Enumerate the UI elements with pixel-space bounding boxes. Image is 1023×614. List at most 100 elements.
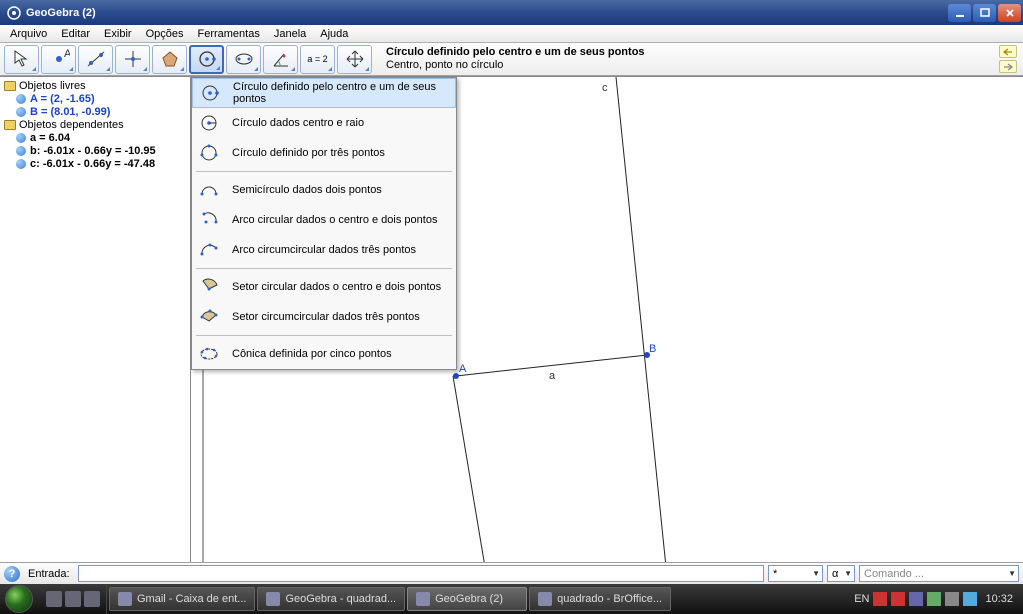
taskbar-gmail[interactable]: Gmail - Caixa de ent... bbox=[109, 587, 255, 611]
sector-center-icon bbox=[198, 277, 220, 297]
command-input[interactable] bbox=[78, 565, 764, 582]
tree-item-A[interactable]: A = (2, -1.65) bbox=[2, 92, 188, 105]
tool-move-view[interactable] bbox=[337, 45, 372, 74]
greek-combo[interactable]: α▼ bbox=[827, 565, 855, 582]
tool-perpendicular[interactable] bbox=[115, 45, 150, 74]
input-bar: ? Entrada: *▼ α▼ Comando ...▼ bbox=[0, 562, 1023, 584]
language-indicator[interactable]: EN bbox=[854, 593, 869, 605]
tree-free-objects[interactable]: Objetos livres bbox=[2, 79, 188, 92]
window-title: GeoGebra (2) bbox=[26, 7, 948, 19]
toolbar: A a = 2 Círculo definido pelo centro e u… bbox=[0, 43, 1023, 76]
tool-line[interactable] bbox=[78, 45, 113, 74]
svg-text:c: c bbox=[602, 82, 608, 94]
ie-icon bbox=[118, 592, 132, 606]
tool-ellipse[interactable] bbox=[226, 45, 261, 74]
folder-icon bbox=[4, 120, 16, 130]
menu-arquivo[interactable]: Arquivo bbox=[4, 27, 53, 41]
menu-separator bbox=[196, 171, 452, 172]
start-button[interactable] bbox=[0, 584, 38, 614]
tray-icon[interactable] bbox=[873, 592, 887, 606]
tree-dependent-objects[interactable]: Objetos dependentes bbox=[2, 118, 188, 131]
taskbar-geogebra1[interactable]: GeoGebra - quadrad... bbox=[257, 587, 405, 611]
window-titlebar: GeoGebra (2) bbox=[0, 0, 1023, 25]
arc-circum-icon bbox=[198, 240, 220, 260]
volume-icon[interactable] bbox=[963, 592, 977, 606]
object-icon bbox=[16, 94, 26, 104]
menu-conic-five[interactable]: Cônica definida por cinco pontos bbox=[192, 339, 456, 369]
tool-text[interactable]: a = 2 bbox=[300, 45, 335, 74]
tree-item-a[interactable]: a = 6.04 bbox=[2, 131, 188, 144]
menu-arc-center[interactable]: Arco circular dados o centro e dois pont… bbox=[192, 205, 456, 235]
object-icon bbox=[16, 133, 26, 143]
tree-item-c[interactable]: c: -6.01x - 0.66y = -47.48 bbox=[2, 157, 188, 170]
geogebra-icon bbox=[416, 592, 430, 606]
svg-text:A: A bbox=[64, 48, 70, 60]
minimize-button[interactable] bbox=[948, 4, 971, 22]
maximize-button[interactable] bbox=[973, 4, 996, 22]
menu-sector-center[interactable]: Setor circular dados o centro e dois pon… bbox=[192, 272, 456, 302]
svg-text:a: a bbox=[549, 370, 556, 382]
object-icon bbox=[16, 159, 26, 169]
app-icon bbox=[6, 5, 22, 21]
main-area: Objetos livres A = (2, -1.65) B = (8.01,… bbox=[0, 76, 1023, 562]
tool-desc-sub: Centro, ponto no círculo bbox=[386, 59, 995, 72]
tool-angle[interactable] bbox=[263, 45, 298, 74]
taskbar-broffice[interactable]: quadrado - BrOffice... bbox=[529, 587, 671, 611]
close-button[interactable] bbox=[998, 4, 1021, 22]
object-icon bbox=[16, 146, 26, 156]
circle-center-point-icon bbox=[199, 83, 221, 103]
menu-ferramentas[interactable]: Ferramentas bbox=[191, 27, 265, 41]
help-button[interactable]: ? bbox=[4, 566, 20, 582]
tray-icon[interactable] bbox=[909, 592, 923, 606]
svg-text:A: A bbox=[459, 363, 467, 375]
chevron-down-icon: ▼ bbox=[844, 569, 852, 578]
command-combo[interactable]: Comando ...▼ bbox=[859, 565, 1019, 582]
quick-launch-item[interactable] bbox=[65, 591, 81, 607]
tool-point[interactable]: A bbox=[41, 45, 76, 74]
menu-separator bbox=[196, 335, 452, 336]
semicircle-icon bbox=[198, 180, 220, 200]
tool-move[interactable] bbox=[4, 45, 39, 74]
tray-icon[interactable] bbox=[945, 592, 959, 606]
conic-icon bbox=[198, 344, 220, 364]
windows-orb-icon bbox=[5, 585, 33, 613]
redo-button[interactable] bbox=[999, 60, 1017, 73]
menu-sector-circum[interactable]: Setor circumcircular dados três pontos bbox=[192, 302, 456, 332]
circle-center-radius-icon bbox=[198, 113, 220, 133]
menu-arc-circum[interactable]: Arco circumcircular dados três pontos bbox=[192, 235, 456, 265]
tool-polygon[interactable] bbox=[152, 45, 187, 74]
quick-launch-item[interactable] bbox=[46, 591, 62, 607]
tool-desc-title: Círculo definido pelo centro e um de seu… bbox=[386, 46, 995, 59]
menu-circle-center-radius[interactable]: Círculo dados centro e raio bbox=[192, 108, 456, 138]
menu-circle-center-point[interactable]: Círculo definido pelo centro e um de seu… bbox=[192, 78, 456, 108]
taskbar-clock[interactable]: 10:32 bbox=[981, 593, 1017, 605]
menu-exibir[interactable]: Exibir bbox=[98, 27, 138, 41]
menu-opcoes[interactable]: Opções bbox=[140, 27, 190, 41]
chevron-down-icon: ▼ bbox=[1008, 569, 1016, 578]
circle-three-points-icon bbox=[198, 143, 220, 163]
quick-launch-item[interactable] bbox=[84, 591, 100, 607]
symbol-history-combo[interactable]: *▼ bbox=[768, 565, 823, 582]
menu-bar: Arquivo Editar Exibir Opções Ferramentas… bbox=[0, 25, 1023, 43]
geogebra-icon bbox=[266, 592, 280, 606]
undo-button[interactable] bbox=[999, 45, 1017, 58]
menu-ajuda[interactable]: Ajuda bbox=[314, 27, 354, 41]
chevron-down-icon: ▼ bbox=[812, 569, 820, 578]
svg-text:B: B bbox=[649, 343, 656, 355]
taskbar-geogebra2[interactable]: GeoGebra (2) bbox=[407, 587, 527, 611]
arc-center-icon bbox=[198, 210, 220, 230]
menu-janela[interactable]: Janela bbox=[268, 27, 312, 41]
tray-icon[interactable] bbox=[927, 592, 941, 606]
tree-item-B[interactable]: B = (8.01, -0.99) bbox=[2, 105, 188, 118]
tray-icon[interactable] bbox=[891, 592, 905, 606]
tool-circle[interactable] bbox=[189, 45, 224, 74]
input-label: Entrada: bbox=[24, 568, 74, 580]
tree-item-b[interactable]: b: -6.01x - 0.66y = -10.95 bbox=[2, 144, 188, 157]
menu-circle-three-points[interactable]: Círculo definido por três pontos bbox=[192, 138, 456, 168]
graphics-view[interactable]: Círculo definido pelo centro e um de seu… bbox=[191, 77, 1023, 562]
menu-editar[interactable]: Editar bbox=[55, 27, 96, 41]
menu-semicircle[interactable]: Semicírculo dados dois pontos bbox=[192, 175, 456, 205]
algebra-panel: Objetos livres A = (2, -1.65) B = (8.01,… bbox=[0, 77, 191, 562]
system-tray: EN 10:32 bbox=[848, 584, 1023, 614]
tool-description: Círculo definido pelo centro e um de seu… bbox=[374, 46, 995, 72]
